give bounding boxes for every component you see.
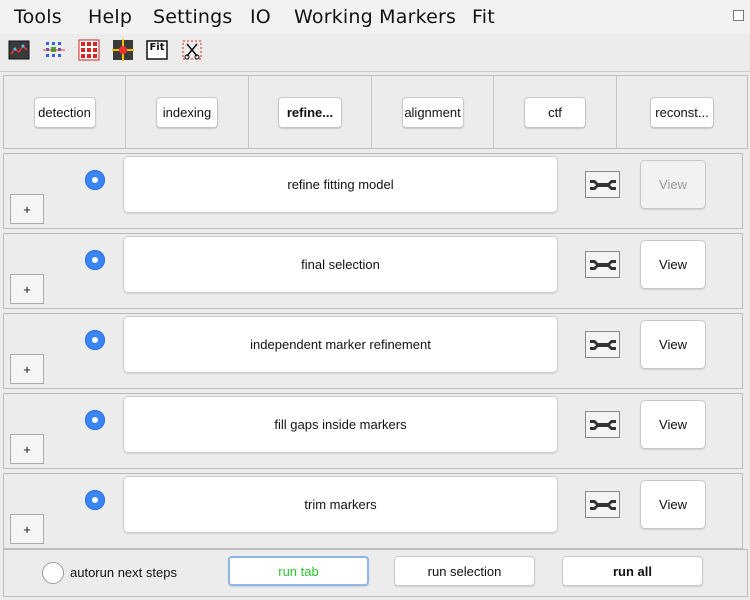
autorun-label: autorun next steps — [70, 565, 177, 580]
menu-io[interactable]: IO — [250, 6, 271, 28]
step-radio[interactable] — [85, 170, 105, 190]
expand-button[interactable]: + — [10, 194, 44, 224]
menu-working-markers[interactable]: Working Markers — [294, 6, 456, 28]
target-icon[interactable] — [112, 39, 134, 61]
step-settings-button[interactable] — [585, 491, 620, 518]
step-radio[interactable] — [85, 250, 105, 270]
step-settings-button[interactable] — [585, 171, 620, 198]
fit-icon-text: Fit — [149, 42, 165, 53]
tab-cell-alignment: alignment — [372, 76, 494, 148]
step-radio[interactable] — [85, 410, 105, 430]
tab-alignment[interactable]: alignment — [401, 96, 464, 128]
view-button[interactable]: View — [640, 240, 706, 289]
toolbar: Fit — [0, 34, 750, 72]
tab-cell-ctf: ctf — [494, 76, 617, 148]
step-row: + trim markers View — [3, 473, 743, 549]
tab-cell-reconst: reconst... — [617, 76, 747, 148]
tab-ctf[interactable]: ctf — [524, 96, 586, 128]
step-name[interactable]: trim markers — [123, 476, 558, 533]
step-row: + final selection View — [3, 233, 743, 309]
tab-cell-detection: detection — [4, 76, 126, 148]
tab-indexing[interactable]: indexing — [156, 96, 218, 128]
menu-help[interactable]: Help — [88, 6, 132, 28]
view-button[interactable]: View — [640, 320, 706, 369]
bottom-bar: autorun next steps run tab run selection… — [3, 549, 748, 597]
menu-tools[interactable]: Tools — [14, 6, 62, 28]
step-radio[interactable] — [85, 490, 105, 510]
tab-detection[interactable]: detection — [33, 96, 96, 128]
run-selection-button[interactable]: run selection — [394, 556, 535, 586]
autorun-radio[interactable] — [42, 562, 64, 584]
window-corner-icon[interactable] — [733, 10, 744, 21]
step-name[interactable]: final selection — [123, 236, 558, 293]
step-name[interactable]: independent marker refinement — [123, 316, 558, 373]
tab-cell-indexing: indexing — [126, 76, 249, 148]
step-settings-button[interactable] — [585, 251, 620, 278]
expand-button[interactable]: + — [10, 274, 44, 304]
step-settings-button[interactable] — [585, 331, 620, 358]
image-view-icon[interactable] — [8, 39, 30, 61]
view-button[interactable]: View — [640, 480, 706, 529]
step-radio[interactable] — [85, 330, 105, 350]
step-row: + fill gaps inside markers View — [3, 393, 743, 469]
cut-markers-icon[interactable] — [181, 39, 203, 61]
tab-strip: detection indexing refine... alignment c… — [3, 75, 748, 149]
wrench-icon — [589, 259, 616, 270]
view-button[interactable]: View — [640, 160, 706, 209]
wrench-icon — [589, 499, 616, 510]
wrench-icon — [589, 339, 616, 350]
expand-button[interactable]: + — [10, 434, 44, 464]
view-button[interactable]: View — [640, 400, 706, 449]
run-tab-button[interactable]: run tab — [228, 556, 369, 586]
tab-cell-refine: refine... — [249, 76, 372, 148]
wrench-icon — [589, 179, 616, 190]
wrench-icon — [589, 419, 616, 430]
menu-fit[interactable]: Fit — [472, 6, 495, 28]
tab-reconst[interactable]: reconst... — [650, 96, 714, 128]
step-name[interactable]: refine fitting model — [123, 156, 558, 213]
menu-bar: Tools Help Settings IO Working Markers F… — [0, 0, 750, 34]
step-settings-button[interactable] — [585, 411, 620, 438]
tab-refine[interactable]: refine... — [278, 96, 342, 128]
fit-icon[interactable]: Fit — [146, 39, 168, 61]
marker-grid-icon[interactable] — [43, 39, 65, 61]
run-all-button[interactable]: run all — [562, 556, 703, 586]
step-name[interactable]: fill gaps inside markers — [123, 396, 558, 453]
menu-settings[interactable]: Settings — [153, 6, 233, 28]
expand-button[interactable]: + — [10, 354, 44, 384]
red-grid-icon[interactable] — [78, 39, 100, 61]
expand-button[interactable]: + — [10, 514, 44, 544]
step-row: + independent marker refinement View — [3, 313, 743, 389]
step-row: + refine fitting model View — [3, 153, 743, 229]
